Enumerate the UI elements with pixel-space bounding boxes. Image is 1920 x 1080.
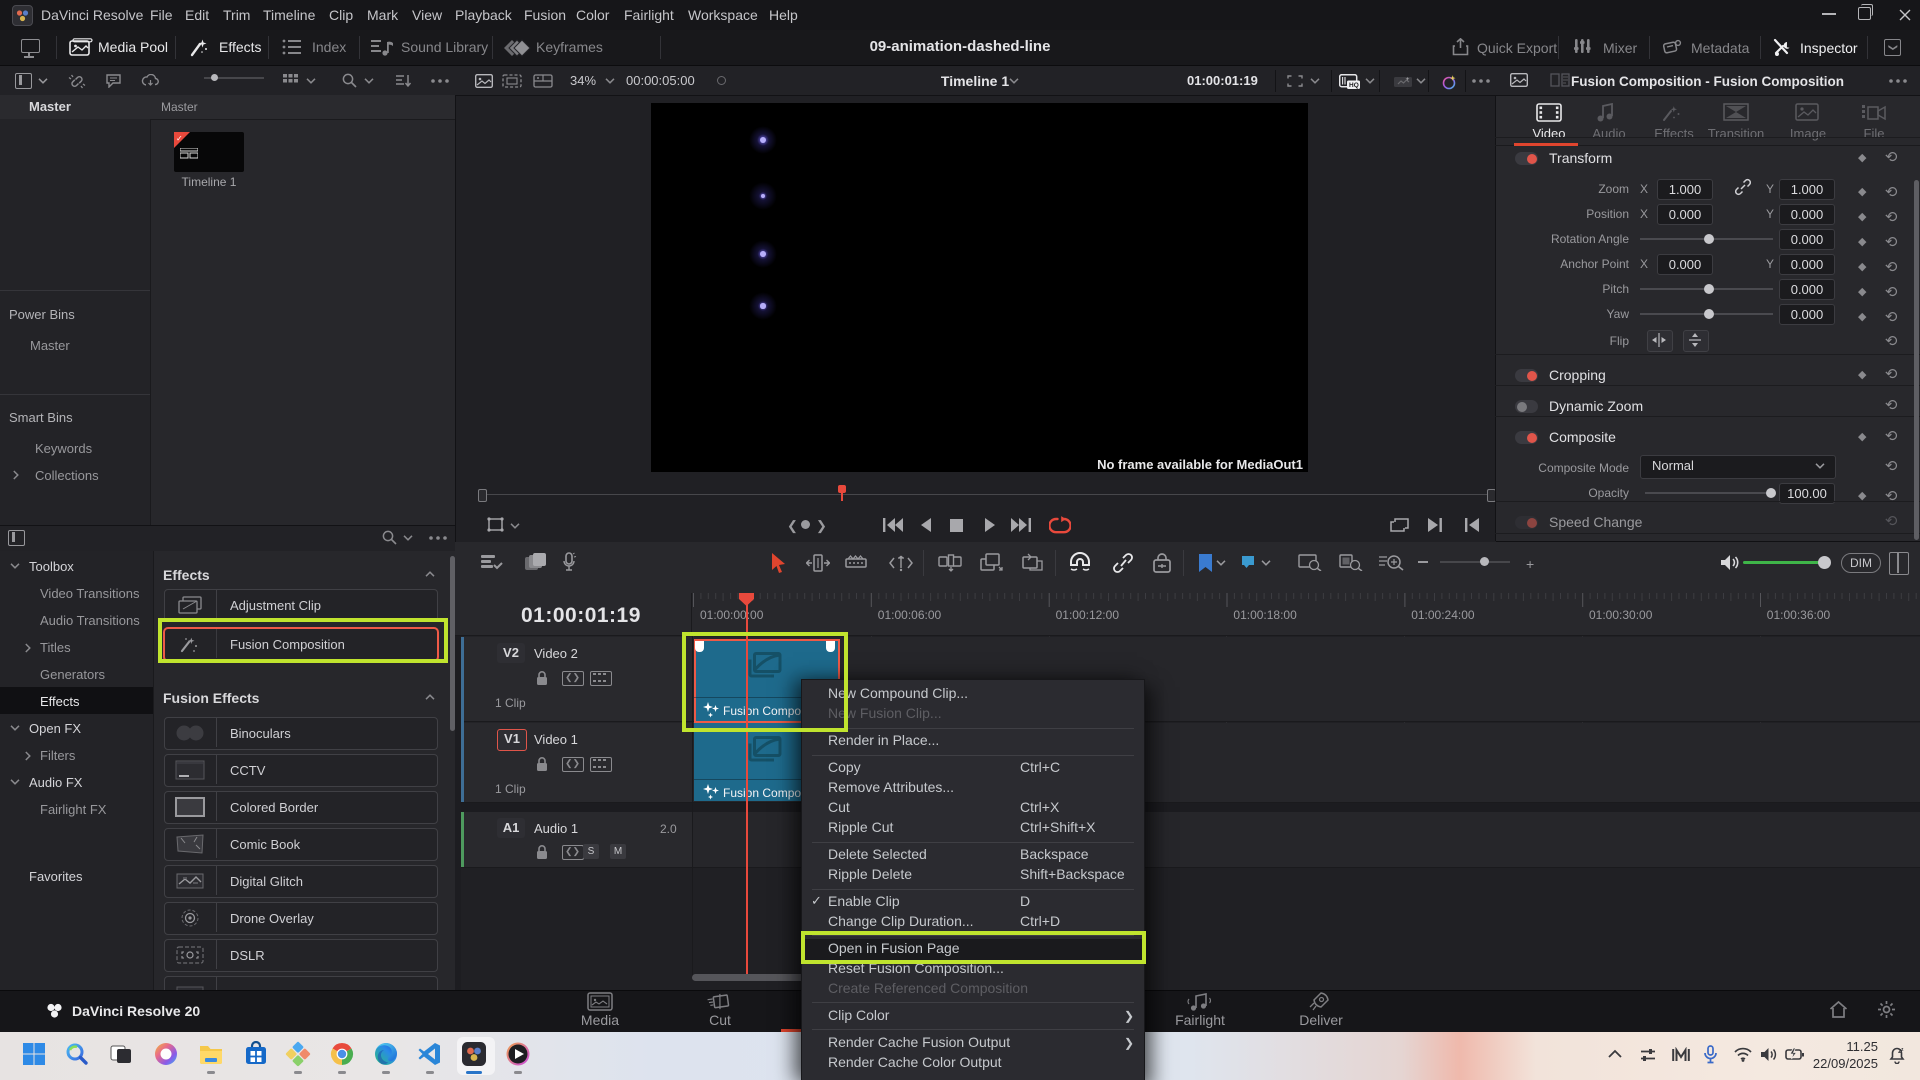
svg-text:z: z (1901, 1047, 1904, 1053)
svg-text:HQ: HQ (1349, 82, 1359, 89)
